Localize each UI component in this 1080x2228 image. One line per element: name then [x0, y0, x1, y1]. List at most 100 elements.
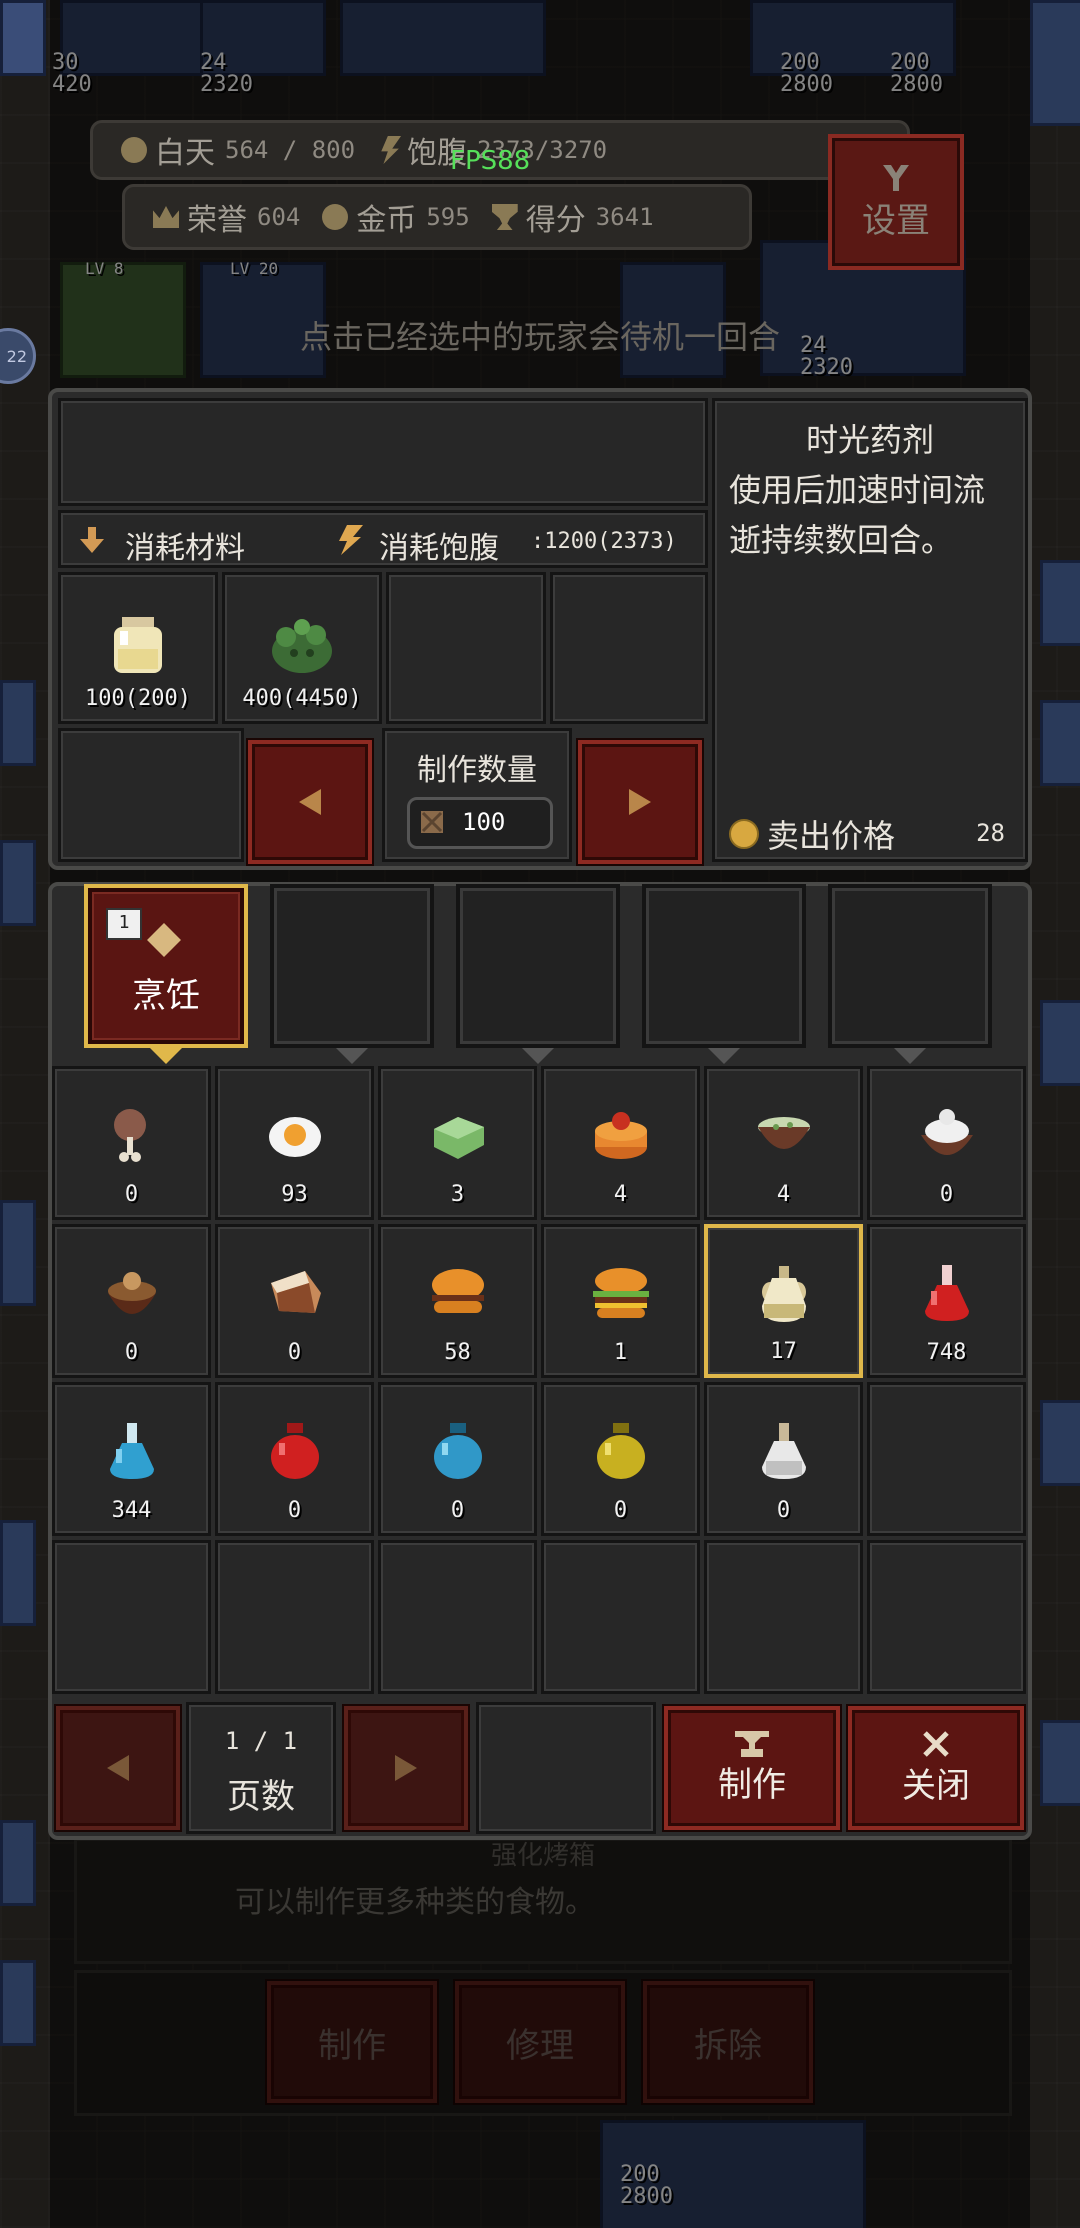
category-tab-cooking[interactable]: 1 烹饪	[84, 884, 248, 1064]
item-slot[interactable]: 0	[215, 1382, 374, 1536]
green-soap-icon	[433, 1117, 484, 1159]
page-next-button[interactable]	[344, 1706, 468, 1830]
fried-egg-icon	[268, 1117, 321, 1157]
day-label: 白天	[155, 136, 215, 171]
item-name: 时光药剂	[805, 421, 934, 459]
item-count: 0	[450, 1498, 465, 1523]
quantity-field[interactable]: 100	[407, 797, 553, 849]
material-slot-empty[interactable]	[550, 572, 708, 724]
building	[0, 1520, 36, 1626]
item-count: 0	[287, 1498, 302, 1523]
anvil-icon	[735, 1730, 769, 1757]
item-count: 93	[281, 1182, 308, 1207]
item-slot-empty[interactable]	[867, 1540, 1026, 1694]
item-slot[interactable]: 4	[704, 1066, 863, 1220]
material-slot[interactable]: 100(200)	[58, 572, 218, 724]
category-tab-empty[interactable]	[828, 884, 992, 1064]
item-slot-empty[interactable]	[541, 1540, 700, 1694]
page-prev-button[interactable]	[56, 1706, 180, 1830]
item-slot[interactable]: 344	[52, 1382, 211, 1536]
resources-bar: 荣誉 604 金币 595 得分 3641	[122, 184, 752, 250]
trophy-icon	[491, 204, 518, 230]
category-tab-empty[interactable]	[456, 884, 620, 1064]
green-herb-icon	[272, 619, 332, 673]
day-value: 564 / 800	[225, 136, 356, 164]
category-tab-empty[interactable]	[270, 884, 434, 1064]
honor-label: 荣誉	[187, 203, 247, 238]
material-slot-empty[interactable]	[386, 572, 546, 724]
quantity-value: 100	[462, 808, 506, 836]
down-arrow-icon	[894, 1048, 926, 1064]
item-description-panel: 时光药剂 使用后加速时间流 逝持续数回合。 卖出价格 28	[712, 398, 1028, 862]
building	[1040, 560, 1080, 646]
quantity-decrease-button[interactable]	[248, 740, 372, 864]
item-slot-empty[interactable]	[378, 1540, 537, 1694]
item-count: 1	[613, 1340, 628, 1365]
down-arrow-icon	[336, 1048, 368, 1064]
selected-arrow-icon	[150, 1048, 182, 1064]
material-amount: 100(200)	[85, 686, 191, 711]
item-slot[interactable]: 0	[52, 1224, 211, 1378]
close-button[interactable]: 关闭	[848, 1706, 1024, 1830]
item-slot[interactable]: 93	[215, 1066, 374, 1220]
item-slot[interactable]: 3	[378, 1066, 537, 1220]
item-description: 使用后加速时间流 逝持续数回合。	[729, 471, 986, 559]
honor-value: 604	[257, 203, 301, 231]
sell-price-label: 卖出价格	[767, 817, 896, 855]
building	[1030, 0, 1080, 126]
category-tab-empty[interactable]	[642, 884, 806, 1064]
item-slot-empty[interactable]	[215, 1540, 374, 1694]
item-grid: 0 93 3 4 4 0 0 0 58 1 17 748 344 0 0 0 0	[52, 1066, 1028, 1696]
quantity-increase-button[interactable]	[578, 740, 702, 864]
item-slot-selected[interactable]: 17	[704, 1224, 863, 1378]
item-slot[interactable]: 748	[867, 1224, 1026, 1378]
item-slot[interactable]: 0	[52, 1066, 211, 1220]
item-slot-empty[interactable]	[867, 1382, 1026, 1536]
red-jar-icon	[270, 1423, 319, 1479]
craft-button[interactable]: 制作	[664, 1706, 840, 1830]
drumstick-icon	[113, 1109, 146, 1162]
quantity-label: 制作数量	[417, 753, 537, 788]
building	[0, 1200, 36, 1306]
jar-icon	[114, 617, 162, 673]
sun-icon	[121, 137, 147, 163]
settings-button[interactable]: 设置	[828, 134, 964, 270]
time-potion-icon	[761, 1266, 806, 1322]
soup-bowl-icon	[757, 1117, 810, 1149]
score-value: 3641	[595, 203, 654, 231]
item-slot-empty[interactable]	[704, 1540, 863, 1694]
item-count: 3	[450, 1182, 465, 1207]
crown-icon	[153, 206, 179, 228]
score-label: 得分	[525, 203, 586, 238]
bottom-empty-slot	[476, 1702, 656, 1834]
item-count: 4	[613, 1182, 628, 1207]
consume-satiety-label: 消耗饱腹	[379, 531, 499, 566]
preview-slot	[58, 398, 708, 506]
item-slot[interactable]: 1	[541, 1224, 700, 1378]
arrow-right-icon	[629, 789, 651, 815]
gold-coin-icon	[322, 204, 349, 230]
category-badge: 1	[106, 908, 142, 940]
page-label: 页数	[227, 1777, 295, 1817]
item-count: 58	[444, 1340, 471, 1365]
item-count: 748	[926, 1340, 967, 1365]
bread-icon	[270, 1271, 321, 1313]
item-slot-empty[interactable]	[52, 1540, 211, 1694]
item-slot[interactable]: 0	[541, 1382, 700, 1536]
item-slot[interactable]: 58	[378, 1224, 537, 1378]
material-slot[interactable]: 400(4450)	[222, 572, 382, 724]
building	[0, 0, 46, 76]
building	[1040, 700, 1080, 786]
quantity-left-empty	[58, 728, 244, 862]
deluxe-burger-icon	[592, 1268, 649, 1318]
yellow-jar-icon	[596, 1423, 645, 1479]
item-slot[interactable]: 4	[541, 1066, 700, 1220]
page-indicator: 1 / 1 页数	[186, 1702, 336, 1834]
building	[1040, 1720, 1080, 1806]
item-slot[interactable]: 0	[378, 1382, 537, 1536]
crate-icon	[421, 811, 443, 833]
item-slot[interactable]: 0	[704, 1382, 863, 1536]
item-slot[interactable]: 0	[867, 1066, 1026, 1220]
item-slot[interactable]: 0	[215, 1224, 374, 1378]
fps-counter: FPS88	[450, 146, 531, 176]
